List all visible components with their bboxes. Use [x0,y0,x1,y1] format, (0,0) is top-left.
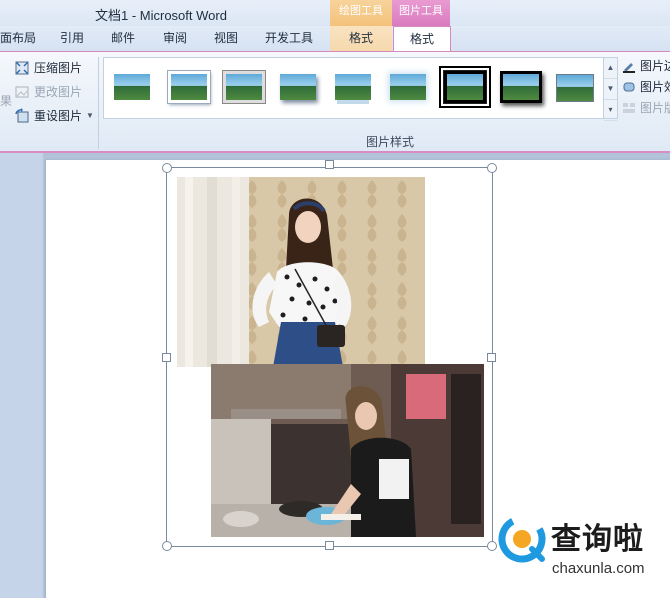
change-picture-button[interactable]: 更改图片 [14,82,82,102]
group-separator-right [617,57,618,117]
style-thumb-shadow[interactable] [280,74,316,100]
gallery-scrollbar[interactable]: ▲ ▼ ▾ [603,57,618,121]
resize-handle-top-right[interactable] [487,163,497,173]
reset-picture-button[interactable]: 重设图片 ▼ [14,106,94,126]
resize-handle-right[interactable] [487,353,496,362]
change-picture-icon [14,84,30,100]
resize-handle-top-left[interactable] [162,163,172,173]
rotate-handle[interactable] [325,160,334,169]
context-tab-drawing-tools: 绘图工具 [330,0,392,26]
truncated-group-label: 果 [0,94,13,108]
selection-frame [166,167,493,547]
tab-references[interactable]: 引用 [60,26,90,51]
picture-styles-gallery [103,57,605,119]
picture-effects-icon [622,80,636,94]
group-separator [98,57,99,149]
tab-view[interactable]: 视图 [214,26,244,51]
style-thumb-gray-frame[interactable] [223,71,265,103]
gallery-more-icon[interactable]: ▾ [604,100,617,121]
resize-handle-bottom[interactable] [325,541,334,550]
picture-border-icon [622,59,636,73]
reset-picture-icon [14,108,30,124]
tab-picture-format[interactable]: 格式 [393,26,451,52]
picture-layout-icon [622,101,636,115]
reset-dropdown-arrow-icon[interactable]: ▼ [86,106,94,126]
gallery-scroll-down-icon[interactable]: ▼ [604,79,617,100]
resize-handle-bottom-left[interactable] [162,541,172,551]
title-bar: 文档1 - Microsoft Word 绘图工具 图片工具 [0,0,670,26]
style-thumb-white-frame[interactable] [168,71,210,103]
change-picture-label: 更改图片 [34,85,83,99]
resize-handle-left[interactable] [162,353,171,362]
gallery-scroll-up-icon[interactable]: ▲ [604,58,617,79]
ribbon-tabs: 页面布局 引用 邮件 审阅 视图 开发工具 格式 格式 [0,26,670,52]
style-thumb-black-frame-selected[interactable] [439,66,491,108]
tab-developer[interactable]: 开发工具 [265,26,320,51]
watermark-brand-cn: 查询啦 [551,522,644,557]
picture-border-button[interactable]: 图片边 [622,56,670,76]
watermark-brand-en: chaxunla.com [552,560,645,577]
tab-page-layout[interactable]: 页面布局 [0,26,36,51]
chaxunla-logo-icon [498,515,546,563]
context-tab-picture-tools: 图片工具 [392,0,450,26]
resize-handle-bottom-right[interactable] [487,541,497,551]
tab-review[interactable]: 审阅 [163,26,193,51]
picture-styles-group-label: 图片样式 [365,135,414,149]
style-thumb-thin-border[interactable] [556,74,594,102]
picture-border-label: 图片边 [640,59,670,73]
picture-effects-label: 图片效 [640,80,670,94]
style-thumb-simple[interactable] [114,74,150,100]
reset-picture-label: 重设图片 [34,109,83,123]
picture-effects-button[interactable]: 图片效 [622,77,670,97]
compress-icon [14,60,30,76]
style-thumb-reflection[interactable] [335,74,371,100]
picture-layout-label: 图片版 [640,101,670,115]
picture-layout-button[interactable]: 图片版 [622,98,670,118]
tab-mailings[interactable]: 邮件 [111,26,141,51]
compress-pictures-button[interactable]: 压缩图片 [14,58,82,78]
style-thumb-black-frame-shadow[interactable] [500,71,542,103]
window-title: 文档1 - Microsoft Word [95,8,227,23]
style-thumb-soft-edge[interactable] [390,74,426,100]
compress-label: 压缩图片 [34,61,83,75]
tab-drawing-format[interactable]: 格式 [330,26,392,51]
